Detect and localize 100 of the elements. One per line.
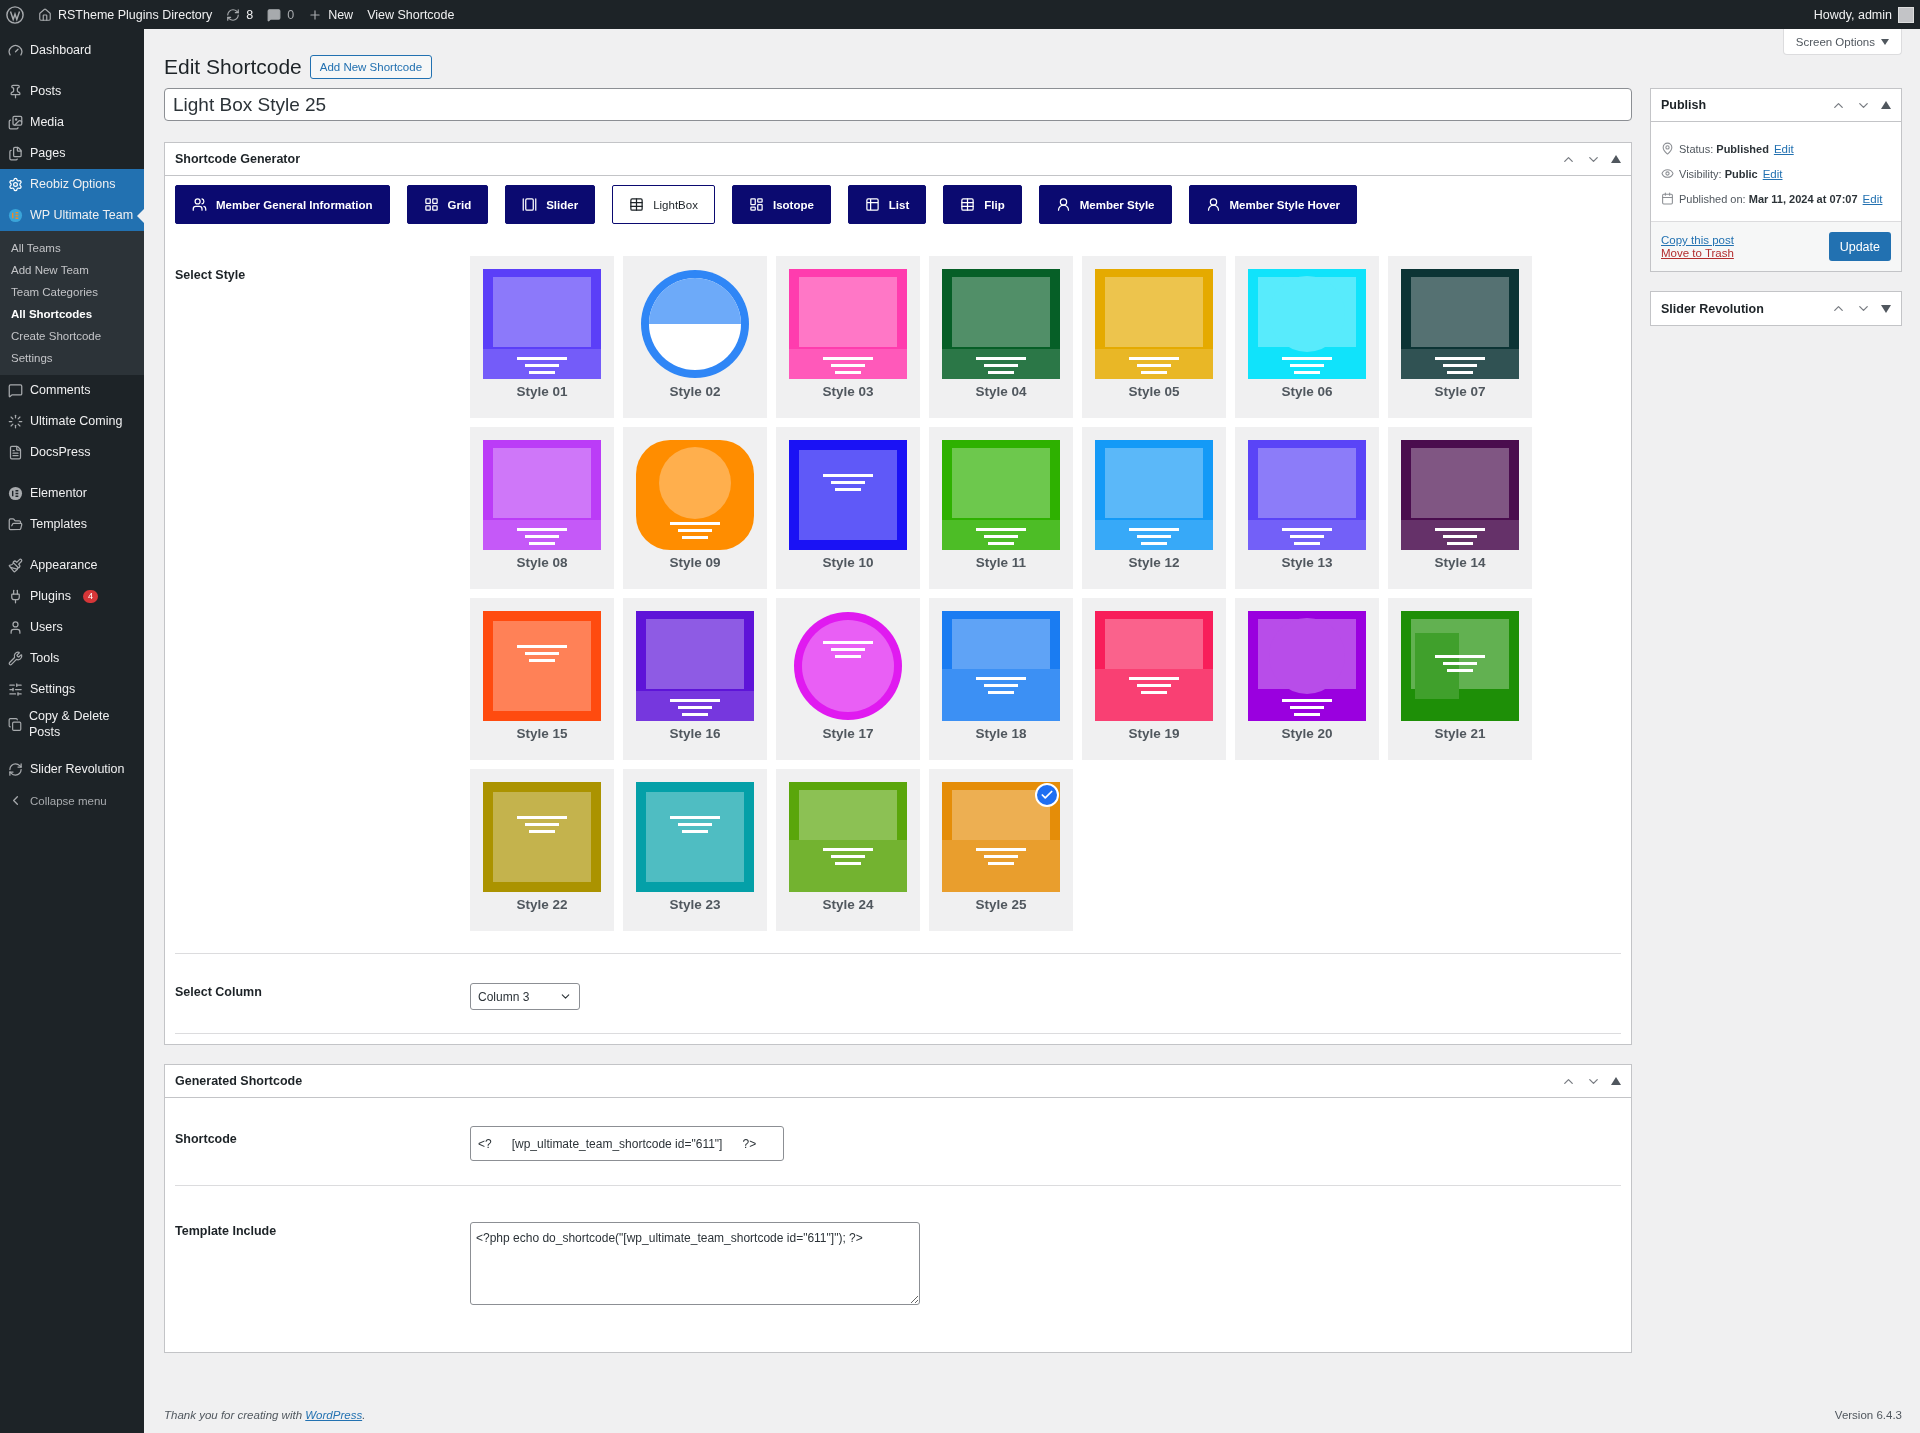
menu-item[interactable]: Dashboard <box>0 35 144 66</box>
update-button[interactable]: Update <box>1828 232 1891 261</box>
menu-item[interactable]: Elementor <box>0 478 144 509</box>
style-option[interactable]: Style 17 <box>776 598 920 760</box>
submenu-item[interactable]: Add New Team <box>0 259 144 281</box>
dashboard-icon <box>8 43 23 58</box>
style-option[interactable]: Style 18 <box>929 598 1073 760</box>
style-option[interactable]: Style 08 <box>470 427 614 589</box>
tab[interactable]: Member General Information <box>175 185 390 224</box>
publish-info: Status: Published <box>1679 142 1769 155</box>
team-logo-icon <box>8 208 23 223</box>
tab[interactable]: Grid <box>406 185 489 224</box>
menu-item[interactable]: Plugins 4 <box>0 581 144 612</box>
menu-item[interactable]: Pages <box>0 138 144 169</box>
tab[interactable]: Member Style <box>1038 185 1172 224</box>
submenu-item[interactable]: Create Shortcode <box>0 325 144 347</box>
style-option[interactable]: Style 07 <box>1388 256 1532 418</box>
style-label: Style 19 <box>1128 726 1180 741</box>
tab[interactable]: Member Style Hover <box>1188 185 1358 224</box>
submenu-item[interactable]: Settings <box>0 347 144 369</box>
trash-link[interactable]: Move to Trash <box>1661 247 1734 259</box>
menu-item[interactable]: Settings <box>0 674 144 705</box>
edit-link[interactable]: Edit <box>1762 167 1783 180</box>
style-option[interactable]: Style 24 <box>776 769 920 931</box>
style-label: Style 07 <box>1434 384 1486 399</box>
menu-item[interactable]: Reobiz Options <box>0 169 144 200</box>
collapse-icon[interactable] <box>1611 1077 1621 1085</box>
add-new-button[interactable]: Add New Shortcode <box>309 54 433 79</box>
menu-item[interactable]: WP Ultimate Team <box>0 200 144 231</box>
style-option[interactable]: Style 15 <box>470 598 614 760</box>
expand-icon[interactable] <box>1881 304 1891 313</box>
tab[interactable]: Flip <box>943 185 1022 224</box>
menu-item[interactable]: Posts <box>0 76 144 107</box>
menu-item[interactable]: Collapse menu <box>0 785 144 817</box>
style-label: Style 25 <box>975 897 1027 912</box>
style-option[interactable]: Style 12 <box>1082 427 1226 589</box>
submenu-item[interactable]: Team Categories <box>0 281 144 303</box>
style-option[interactable]: Style 10 <box>776 427 920 589</box>
account-menu[interactable]: Howdy, admin <box>1813 6 1914 23</box>
style-option[interactable]: Style 09 <box>623 427 767 589</box>
edit-link[interactable]: Edit <box>1773 142 1794 155</box>
menu-item[interactable]: Comments <box>0 375 144 406</box>
style-option[interactable]: Style 04 <box>929 256 1073 418</box>
style-option[interactable]: Style 16 <box>623 598 767 760</box>
menu-item[interactable]: Media <box>0 107 144 138</box>
style-option[interactable]: Style 20 <box>1235 598 1379 760</box>
menu-item[interactable]: Users <box>0 612 144 643</box>
style-label: Style 22 <box>516 897 568 912</box>
collapse-icon[interactable] <box>1881 101 1891 109</box>
collapse-icon[interactable] <box>1611 155 1621 163</box>
view-shortcode-link[interactable]: View Shortcode <box>367 7 455 22</box>
tab[interactable]: List <box>847 185 927 224</box>
template-include-field[interactable]: <?php echo do_shortcode("[wp_ultimate_team_shortcode id="611"]"); ?> <box>470 1222 920 1305</box>
copy-post-link[interactable]: Copy this post <box>1661 234 1734 246</box>
style-option[interactable]: Style 14 <box>1388 427 1532 589</box>
screen-options-button[interactable]: Screen Options <box>1782 29 1902 55</box>
site-name-link[interactable]: RSTheme Plugins Directory <box>38 7 213 22</box>
menu-item[interactable]: DocsPress <box>0 437 144 468</box>
style-option[interactable]: Style 01 <box>470 256 614 418</box>
sliders-icon <box>8 682 23 697</box>
comments-link[interactable]: 0 <box>267 7 295 22</box>
home-icon <box>38 7 52 22</box>
menu-item[interactable]: Ultimate Coming <box>0 406 144 437</box>
style-option[interactable]: Style 05 <box>1082 256 1226 418</box>
wordpress-logo-icon[interactable] <box>6 5 24 24</box>
style-option[interactable]: Style 02 <box>623 256 767 418</box>
tab[interactable]: Isotope <box>731 185 831 224</box>
column-select[interactable]: Column 3 <box>470 983 580 1010</box>
menu-item[interactable]: Appearance <box>0 550 144 581</box>
comment-icon <box>8 383 23 398</box>
style-option[interactable]: Style 21 <box>1388 598 1532 760</box>
style-label: Style 15 <box>516 726 568 741</box>
style-option[interactable]: Style 13 <box>1235 427 1379 589</box>
edit-link[interactable]: Edit <box>1862 192 1883 205</box>
comment-icon <box>267 7 282 22</box>
document-icon <box>8 445 23 460</box>
menu-item[interactable]: Tools <box>0 643 144 674</box>
title-field[interactable]: Light Box Style 25 <box>164 88 1632 121</box>
style-option[interactable]: Style 06 <box>1235 256 1379 418</box>
tab[interactable]: Slider <box>505 185 596 224</box>
submenu-item[interactable]: All Shortcodes <box>0 303 144 325</box>
user-icon <box>1055 197 1071 212</box>
style-option[interactable]: Style 11 <box>929 427 1073 589</box>
style-option[interactable]: Style 19 <box>1082 598 1226 760</box>
style-label: Style 01 <box>516 384 568 399</box>
updates-link[interactable]: 8 <box>226 7 254 22</box>
menu-item[interactable]: Copy & Delete Posts <box>0 705 144 745</box>
style-option[interactable]: Style 25 <box>929 769 1073 931</box>
menu-item[interactable]: Templates <box>0 509 144 540</box>
new-link[interactable]: New <box>308 7 354 22</box>
menu-item[interactable]: Slider Revolution <box>0 754 144 786</box>
style-option[interactable]: Style 23 <box>623 769 767 931</box>
style-option[interactable]: Style 03 <box>776 256 920 418</box>
submenu-item[interactable]: All Teams <box>0 237 144 259</box>
style-option[interactable]: Style 22 <box>470 769 614 931</box>
wrench-icon <box>8 651 23 666</box>
shortcode-field[interactable]: <? [wp_ultimate_team_shortcode id="611"] ?> <box>470 1126 784 1161</box>
page-title: Edit Shortcode <box>164 54 302 79</box>
tab[interactable]: LightBox <box>612 185 715 224</box>
refresh-icon <box>226 7 241 22</box>
